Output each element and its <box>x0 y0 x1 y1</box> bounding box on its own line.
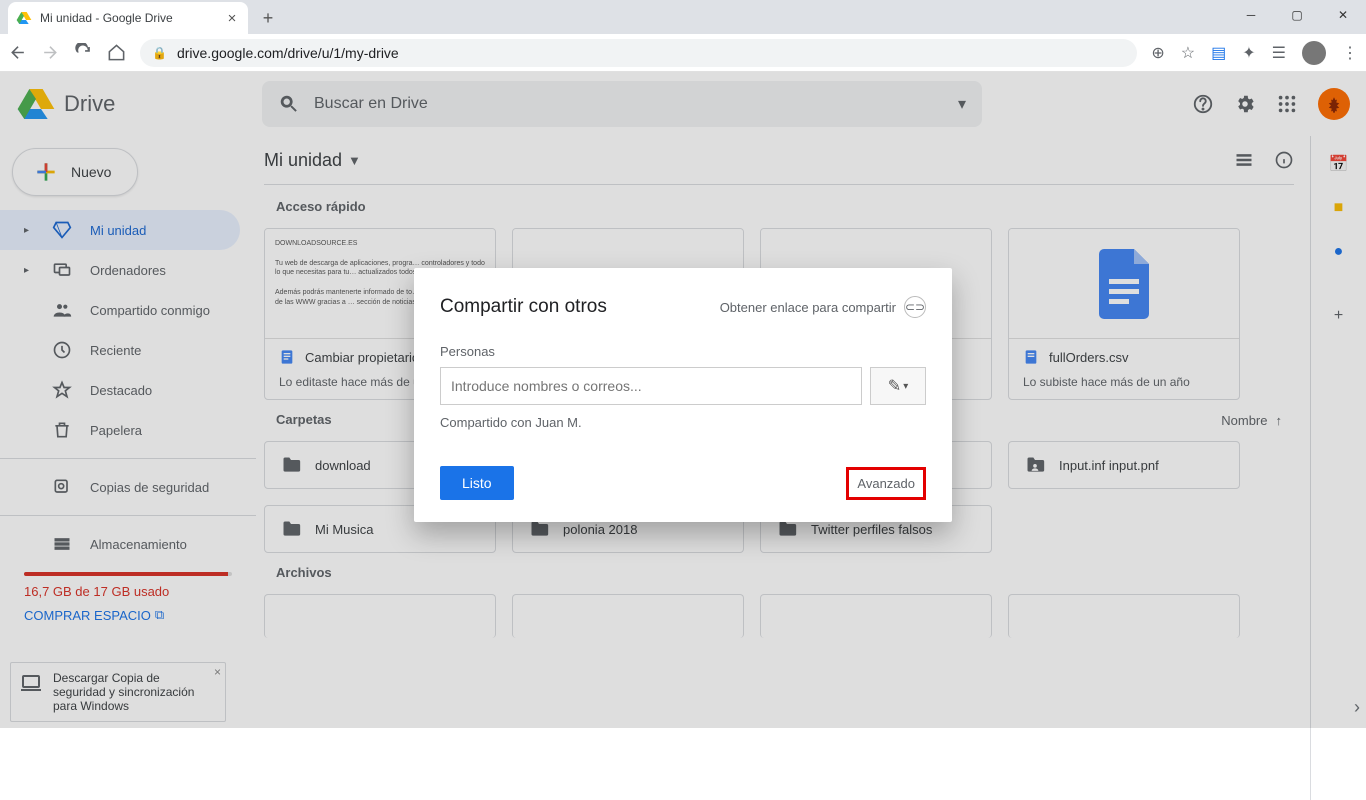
browser-toolbar: 🔒 drive.google.com/drive/u/1/my-drive ⊕ … <box>0 34 1366 72</box>
window-maximize-icon[interactable]: ▢ <box>1274 0 1320 30</box>
lock-icon: 🔒 <box>152 46 167 60</box>
browser-tab[interactable]: Mi unidad - Google Drive × <box>8 2 248 34</box>
reload-icon[interactable] <box>74 43 93 62</box>
people-input[interactable] <box>440 367 862 405</box>
pencil-icon: ✎ <box>888 376 901 396</box>
home-icon[interactable] <box>107 43 126 62</box>
tab-title: Mi unidad - Google Drive <box>40 11 216 25</box>
collapse-panel-icon[interactable]: › <box>1354 697 1360 718</box>
drive-favicon <box>16 10 32 26</box>
window-minimize-icon[interactable]: ─ <box>1228 0 1274 30</box>
translate-icon[interactable]: ▤ <box>1211 43 1226 63</box>
tab-close-icon[interactable]: × <box>224 10 240 26</box>
shared-with-text: Compartido con Juan M. <box>440 415 926 430</box>
url-text: drive.google.com/drive/u/1/my-drive <box>177 45 399 61</box>
chevron-down-icon: ▾ <box>903 381 908 392</box>
star-icon[interactable]: ☆ <box>1181 43 1195 63</box>
add-page-icon[interactable]: ⊕ <box>1151 43 1164 63</box>
done-button[interactable]: Listo <box>440 466 514 500</box>
back-icon[interactable] <box>8 43 27 62</box>
forward-icon[interactable] <box>41 43 60 62</box>
extensions-icon[interactable]: ✦ <box>1242 43 1255 63</box>
window-close-icon[interactable]: ✕ <box>1320 0 1366 30</box>
dialog-title: Compartir con otros <box>440 296 607 318</box>
browser-titlebar: Mi unidad - Google Drive × + ─ ▢ ✕ <box>0 0 1366 34</box>
reading-list-icon[interactable]: ☰ <box>1272 43 1286 63</box>
profile-avatar[interactable] <box>1302 41 1326 65</box>
address-bar[interactable]: 🔒 drive.google.com/drive/u/1/my-drive <box>140 39 1137 67</box>
window-controls: ─ ▢ ✕ <box>1228 0 1366 30</box>
share-dialog: Compartir con otros Obtener enlace para … <box>414 268 952 522</box>
permission-selector[interactable]: ✎ ▾ <box>870 367 926 405</box>
new-tab-button[interactable]: + <box>254 4 282 32</box>
link-icon: ⊂⊃ <box>904 296 926 318</box>
menu-icon[interactable]: ⋮ <box>1342 43 1358 63</box>
get-shareable-link[interactable]: Obtener enlace para compartir ⊂⊃ <box>720 296 926 318</box>
people-label: Personas <box>440 344 926 359</box>
advanced-button[interactable]: Avanzado <box>846 467 926 500</box>
